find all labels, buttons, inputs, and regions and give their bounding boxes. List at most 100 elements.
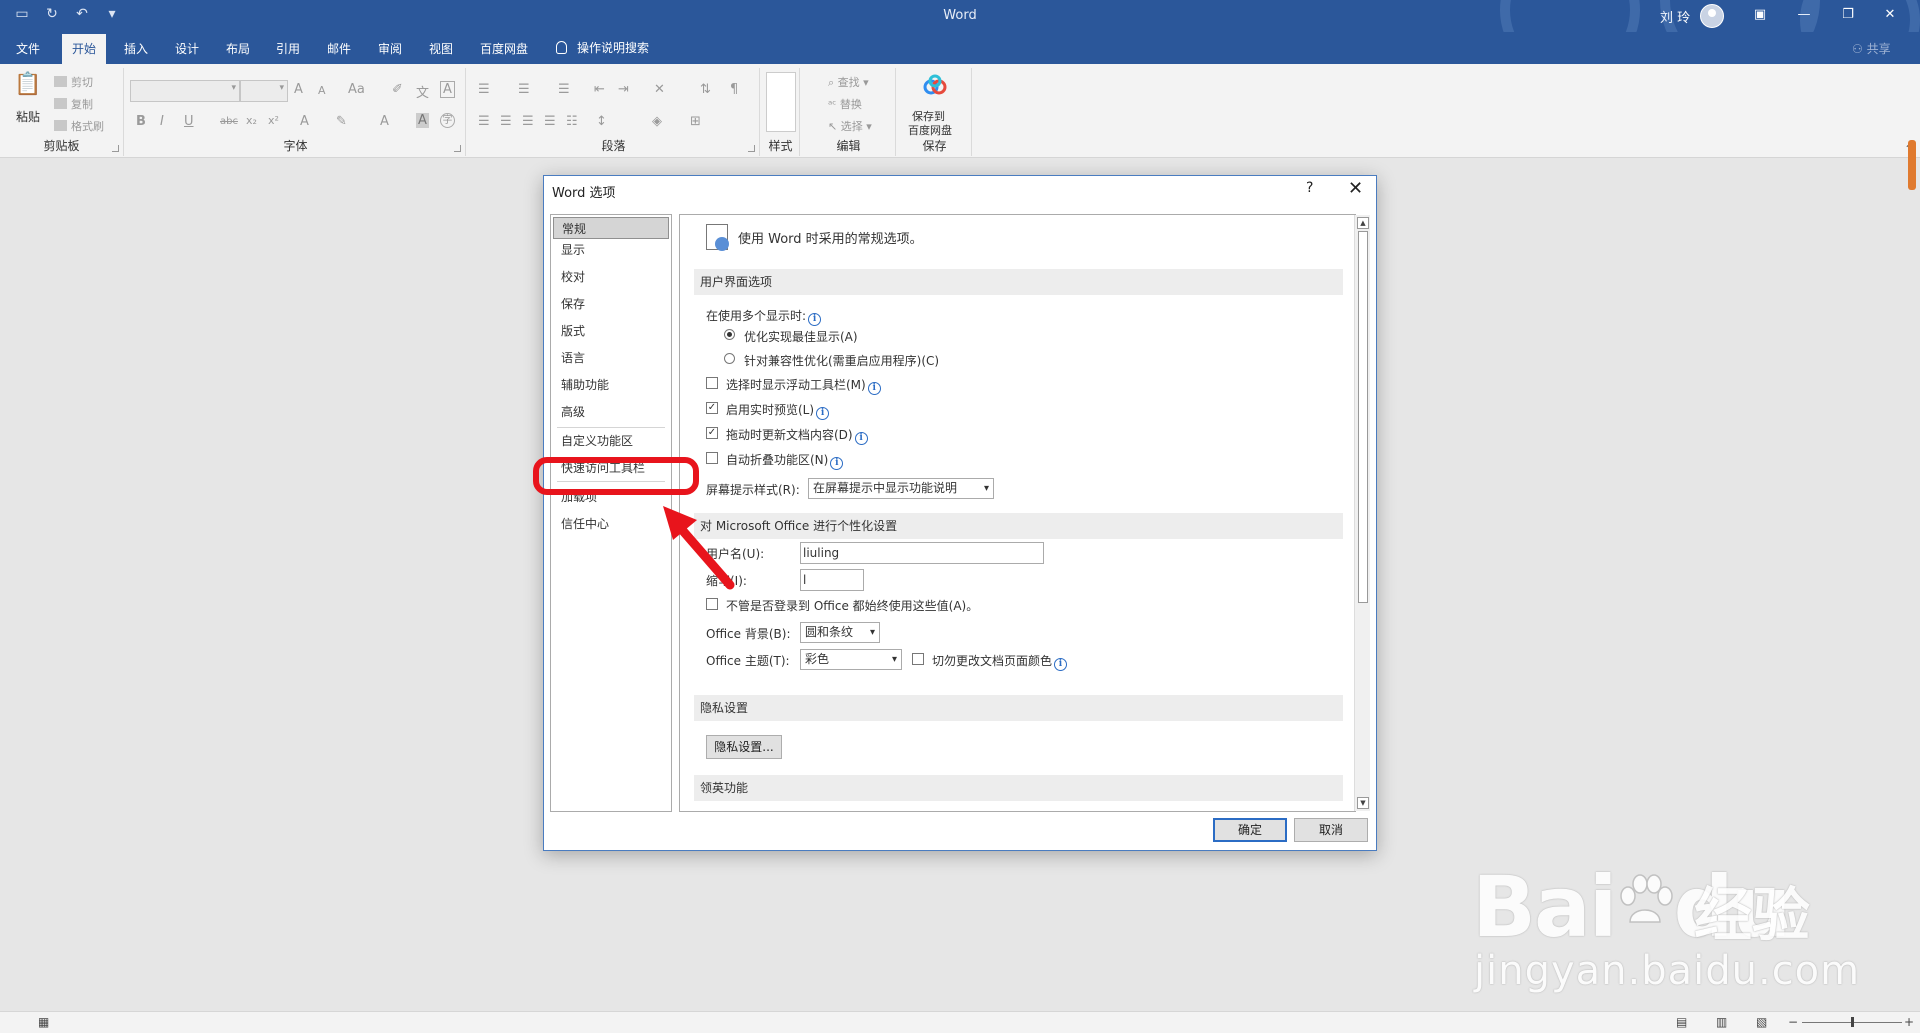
phonetic-icon[interactable]: 文 — [416, 82, 429, 101]
subscript-icon[interactable]: x₂ — [246, 114, 257, 127]
tab-home[interactable]: 开始 — [62, 34, 107, 65]
screentip-select[interactable]: 在屏幕提示中显示功能说明 — [808, 478, 994, 499]
print-layout-icon[interactable]: ▥ — [1716, 1015, 1727, 1029]
cut-button[interactable]: 剪切 — [54, 74, 93, 90]
align-center-icon[interactable]: ☰ — [500, 114, 512, 129]
zoom-slider-knob[interactable] — [1851, 1017, 1854, 1027]
save-to-netdisk-line2[interactable]: 百度网盘 — [908, 122, 952, 138]
replace-button[interactable]: ᵃᶜ 替换 — [828, 96, 862, 112]
help-button[interactable]: ? — [1306, 180, 1313, 196]
char-border-icon[interactable]: A — [440, 81, 455, 98]
checkbox-mini-toolbar[interactable] — [706, 377, 718, 389]
clipboard-launcher[interactable] — [112, 145, 119, 152]
checkbox-update-on-drag[interactable]: ✓ — [706, 427, 718, 439]
scroll-indicator[interactable] — [1908, 140, 1916, 190]
nav-layout[interactable]: 版式 — [553, 320, 669, 342]
grow-font-icon[interactable]: A — [294, 82, 303, 97]
shrink-font-icon[interactable]: A — [318, 84, 326, 97]
sort-icon[interactable]: ⇅ — [700, 82, 711, 97]
radio-optimize-display[interactable] — [724, 329, 735, 340]
web-layout-icon[interactable]: ▧ — [1756, 1015, 1767, 1029]
underline-icon[interactable]: U — [184, 114, 194, 129]
change-case-icon[interactable]: Aa — [348, 82, 365, 97]
checkbox-never-change-page-color[interactable] — [912, 653, 924, 665]
info-icon[interactable]: i — [867, 382, 881, 395]
char-shading-icon[interactable]: A — [416, 113, 429, 128]
show-marks-icon[interactable]: ¶ — [730, 82, 738, 97]
numbering-icon[interactable]: ☰ — [518, 82, 530, 97]
nav-save[interactable]: 保存 — [553, 293, 669, 315]
scroll-thumb[interactable] — [1358, 231, 1368, 603]
info-icon[interactable]: i — [830, 457, 844, 470]
clear-format-icon[interactable]: ✐ — [392, 82, 403, 97]
checkbox-auto-collapse[interactable] — [706, 452, 718, 464]
initials-input[interactable]: l — [800, 569, 864, 591]
superscript-icon[interactable]: x² — [268, 114, 279, 127]
highlight-icon[interactable]: ✎ — [336, 114, 347, 129]
strikethrough-icon[interactable]: abc — [220, 116, 238, 127]
ok-button[interactable]: 确定 — [1213, 818, 1287, 842]
tab-review[interactable]: 审阅 — [378, 40, 402, 57]
format-painter-button[interactable]: 格式刷 — [54, 118, 104, 134]
close-dialog-button[interactable]: ✕ — [1348, 178, 1363, 199]
options-scrollbar[interactable]: ▲ ▼ — [1354, 215, 1370, 811]
tab-view[interactable]: 视图 — [429, 40, 453, 57]
font-launcher[interactable] — [454, 145, 461, 152]
line-spacing-icon[interactable]: ↕ — [596, 114, 607, 129]
distribute-icon[interactable]: ☷ — [566, 114, 578, 129]
zoom-out-icon[interactable]: − — [1788, 1015, 1798, 1029]
paste-icon[interactable]: 📋 — [14, 72, 41, 97]
tab-file[interactable]: 文件 — [16, 40, 40, 57]
styles-gallery[interactable] — [766, 72, 796, 132]
find-button[interactable]: ⌕ 查找 ▾ — [828, 74, 869, 90]
font-color-icon[interactable]: A — [380, 114, 389, 129]
font-name-combo[interactable] — [130, 80, 240, 102]
checkbox-always-use[interactable] — [706, 598, 718, 610]
nav-display[interactable]: 显示 — [553, 239, 669, 261]
tab-insert[interactable]: 插入 — [124, 40, 148, 57]
info-icon[interactable]: i — [808, 313, 822, 326]
text-effects-icon[interactable]: A — [300, 114, 309, 129]
tab-mailings[interactable]: 邮件 — [327, 40, 351, 57]
office-theme-select[interactable]: 彩色 — [800, 649, 902, 670]
bold-icon[interactable]: B — [136, 114, 146, 129]
italic-icon[interactable]: I — [160, 114, 164, 129]
scroll-down-icon[interactable]: ▼ — [1357, 797, 1369, 809]
username-input[interactable]: liuling — [800, 542, 1044, 564]
paragraph-launcher[interactable] — [748, 145, 755, 152]
nav-accessibility[interactable]: 辅助功能 — [553, 374, 669, 396]
nav-trust-center[interactable]: 信任中心 — [553, 513, 669, 535]
borders-icon[interactable]: ⊞ — [690, 114, 701, 129]
scroll-up-icon[interactable]: ▲ — [1357, 217, 1369, 229]
justify-icon[interactable]: ☰ — [544, 114, 556, 129]
nav-language[interactable]: 语言 — [553, 347, 669, 369]
privacy-settings-button[interactable]: 隐私设置... — [706, 735, 782, 759]
shading-icon[interactable]: ◈ — [652, 114, 662, 129]
copy-button[interactable]: 复制 — [54, 96, 93, 112]
baidu-netdisk-icon[interactable] — [922, 74, 948, 96]
tab-design[interactable]: 设计 — [175, 40, 199, 57]
tab-baidu-netdisk[interactable]: 百度网盘 — [480, 40, 528, 57]
nav-proofing[interactable]: 校对 — [553, 266, 669, 288]
share-button[interactable]: ⚇ 共享 — [1852, 40, 1891, 57]
zoom-in-icon[interactable]: + — [1904, 1015, 1914, 1029]
multilevel-list-icon[interactable]: ☰ — [558, 82, 570, 97]
info-icon[interactable]: i — [854, 432, 868, 445]
info-icon[interactable]: i — [1054, 658, 1068, 671]
align-left-icon[interactable]: ☰ — [478, 114, 490, 129]
nav-advanced[interactable]: 高级 — [553, 401, 669, 423]
tab-references[interactable]: 引用 — [276, 40, 300, 57]
read-mode-icon[interactable]: ▤ — [1676, 1015, 1687, 1029]
select-button[interactable]: ↖ 选择 ▾ — [828, 118, 872, 134]
decrease-indent-icon[interactable]: ⇤ — [594, 82, 605, 97]
increase-indent-icon[interactable]: ⇥ — [618, 82, 629, 97]
office-background-select[interactable]: 圆和条纹 — [800, 622, 880, 643]
tell-me-search[interactable]: 操作说明搜索 — [556, 39, 649, 56]
paste-button[interactable]: 粘贴 — [16, 108, 40, 125]
align-right-icon[interactable]: ☰ — [522, 114, 534, 129]
info-icon[interactable]: i — [816, 407, 830, 420]
enclose-char-icon[interactable]: 字 — [440, 113, 455, 128]
asian-layout-icon[interactable]: ✕ — [654, 82, 665, 97]
bullets-icon[interactable]: ☰ — [478, 82, 490, 97]
nav-customize-ribbon[interactable]: 自定义功能区 — [553, 430, 669, 452]
